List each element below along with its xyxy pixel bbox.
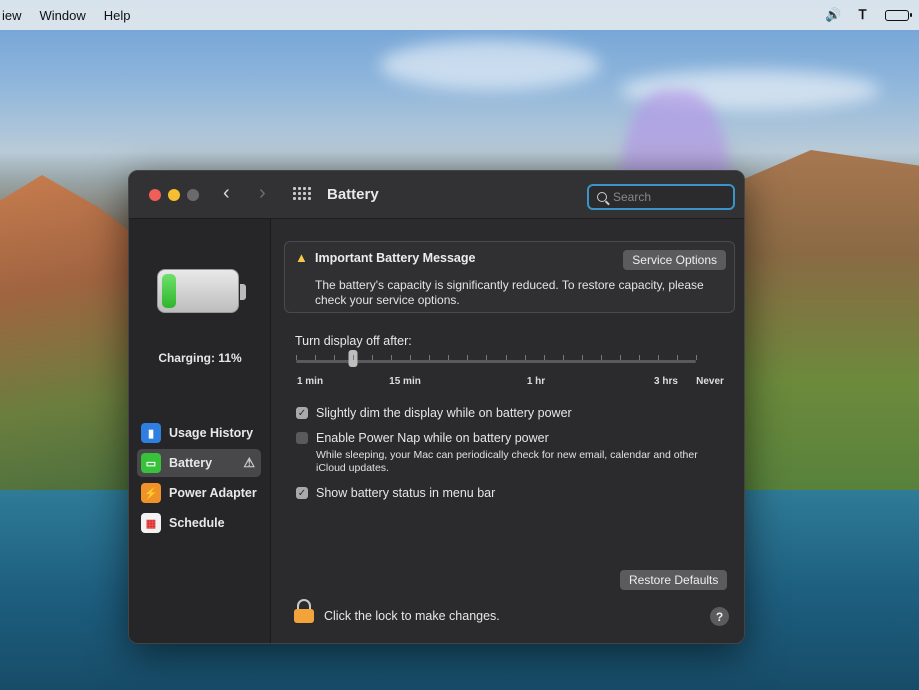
slider-tick-label: 1 min (296, 376, 324, 387)
slider-tick (467, 355, 469, 360)
schedule-icon: ▦ (141, 513, 161, 533)
sidebar-item-label: Power Adapter (169, 486, 257, 500)
lock-text: Click the lock to make changes. (324, 609, 500, 623)
power-nap-note: While sleeping, your Mac can periodicall… (316, 449, 698, 474)
battery-level-icon (157, 269, 246, 313)
chevron-left-icon[interactable]: ‹ (223, 182, 230, 205)
window-title: Battery (327, 186, 379, 203)
usage-history-icon: ▮ (141, 423, 161, 443)
sidebar-item-schedule[interactable]: ▦ Schedule (137, 509, 261, 537)
slider-tick (543, 355, 545, 360)
sidebar: Charging: 11% ▮ Usage History ▭ Battery … (129, 219, 271, 643)
sidebar-item-label: Battery (169, 456, 213, 470)
slider-tick (524, 355, 526, 360)
slider-tick (657, 355, 659, 360)
desktop-mountain-left (0, 175, 140, 495)
service-options-button[interactable]: Service Options (623, 250, 726, 270)
sidebar-item-label: Schedule (169, 516, 225, 530)
restore-defaults-button[interactable]: Restore Defaults (620, 570, 728, 590)
slider-tick (353, 355, 355, 360)
menu-bar: iew Window Help 🔊 Ꭲ (0, 0, 919, 30)
battery-charging-icon[interactable] (885, 9, 912, 21)
dim-display-checkbox[interactable]: ✓ (296, 407, 308, 419)
slider-tick (391, 355, 393, 360)
volume-icon[interactable]: 🔊 (825, 7, 841, 23)
menu-help[interactable]: Help (104, 8, 131, 23)
close-button[interactable] (149, 189, 161, 201)
menu-window[interactable]: Window (40, 8, 86, 23)
slider-tick (505, 355, 507, 360)
zoom-button[interactable] (187, 189, 199, 201)
slider-tick (581, 355, 583, 360)
sidebar-item-usage-history[interactable]: ▮ Usage History (137, 419, 261, 447)
display-off-label: Turn display off after: (295, 334, 412, 348)
charging-status: Charging: 11% (158, 351, 242, 365)
warning-icon: ⚠ (243, 455, 255, 470)
chevron-right-icon[interactable]: › (259, 182, 266, 205)
search-icon (597, 192, 607, 202)
title-bar: ‹ › Battery (129, 171, 744, 219)
search-input[interactable] (613, 190, 723, 204)
slider-tick (486, 355, 488, 360)
slider-tick (600, 355, 602, 360)
power-nap-checkbox[interactable] (296, 432, 308, 444)
slider-tick (429, 355, 431, 360)
dim-display-option[interactable]: ✓ Slightly dim the display while on batt… (296, 406, 572, 420)
sidebar-item-power-adapter[interactable]: ⚡ Power Adapter (137, 479, 261, 507)
slider-tick (448, 355, 450, 360)
main-pane: ▲ Important Battery Message Service Opti… (272, 219, 744, 643)
slider-tick (296, 355, 297, 360)
slider-tick (619, 355, 621, 360)
bluetooth-icon[interactable]: Ꭲ (859, 7, 867, 23)
message-title: Important Battery Message (315, 251, 476, 265)
slider-tick (562, 355, 564, 360)
power-adapter-icon: ⚡ (141, 483, 161, 503)
battery-message-box: ▲ Important Battery Message Service Opti… (284, 241, 735, 313)
show-battery-status-checkbox[interactable]: ✓ (296, 487, 308, 499)
search-field[interactable] (587, 184, 735, 210)
slider-tick-label: Never (696, 376, 724, 387)
slider-tick (638, 355, 640, 360)
slider-tick (315, 355, 317, 360)
lock-icon[interactable] (294, 599, 314, 623)
sky-cloud (380, 40, 600, 90)
battery-preferences-window: ‹ › Battery Charging: 11% ▮ Usage Histor… (128, 170, 745, 644)
slider-tick (410, 355, 412, 360)
slider-tick (676, 355, 678, 360)
sidebar-item-label: Usage History (169, 426, 254, 440)
help-button[interactable]: ? (710, 607, 729, 626)
show-battery-status-option[interactable]: ✓ Show battery status in menu bar (296, 486, 495, 500)
slider-tick (372, 355, 374, 360)
slider-tick (334, 355, 336, 360)
show-all-grid-icon[interactable] (293, 187, 313, 203)
option-label: Slightly dim the display while on batter… (316, 406, 572, 420)
minimize-button[interactable] (168, 189, 180, 201)
battery-level-fill (162, 274, 176, 308)
battery-icon: ▭ (141, 453, 161, 473)
slider-tick-label: 3 hrs (654, 376, 678, 387)
menu-bar-status: 🔊 Ꭲ (825, 0, 912, 30)
menu-view[interactable]: iew (2, 8, 22, 23)
slider-tick-label: 15 min (389, 376, 421, 387)
message-body: The battery's capacity is significantly … (315, 278, 704, 307)
option-label: Show battery status in menu bar (316, 486, 496, 500)
sidebar-item-battery[interactable]: ▭ Battery ⚠ (137, 449, 261, 477)
option-label: Enable Power Nap while on battery power (316, 431, 549, 445)
slider-tick-label: 1 hr (526, 376, 546, 387)
slider-tick (696, 355, 697, 360)
power-nap-option[interactable]: Enable Power Nap while on battery power (296, 431, 549, 445)
warning-icon: ▲ (295, 250, 308, 265)
